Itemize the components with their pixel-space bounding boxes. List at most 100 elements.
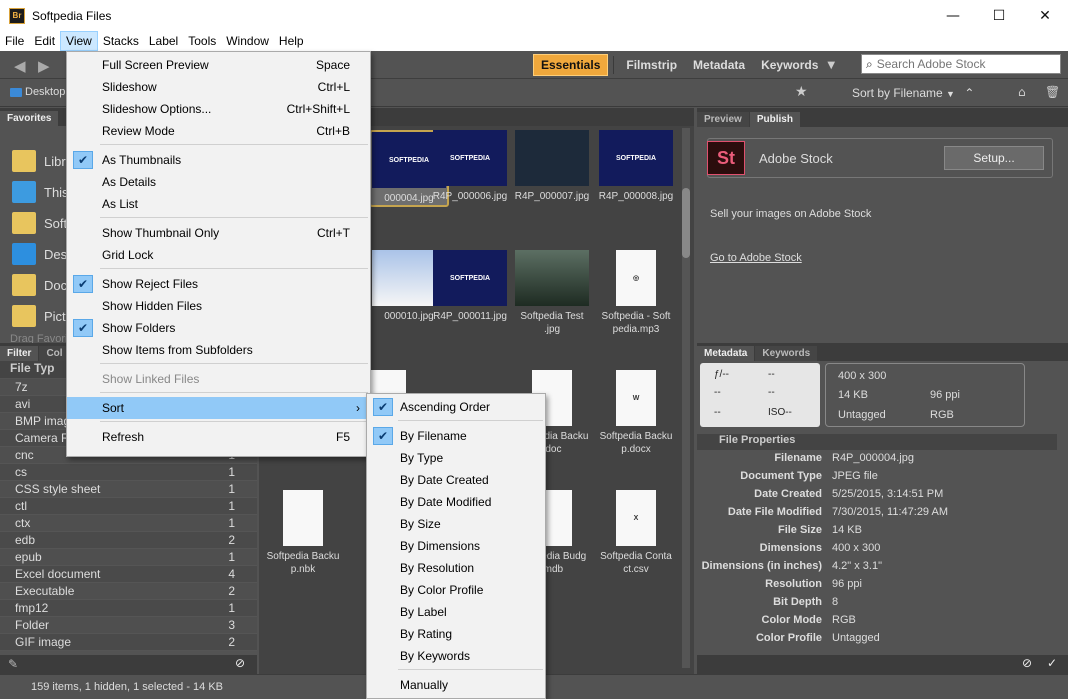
sort-menu-item[interactable]: By Color Profile <box>367 579 545 601</box>
workspace-metadata[interactable]: Metadata <box>686 55 752 75</box>
filter-row[interactable]: cs 1 <box>0 464 257 481</box>
view-menu-item[interactable]: Slideshow Ctrl+L <box>67 76 370 98</box>
sort-menu-item[interactable]: By Keywords <box>367 645 545 667</box>
tab-preview[interactable]: Preview <box>697 112 749 127</box>
filter-row[interactable]: epub 1 <box>0 549 257 566</box>
new-folder-icon[interactable]: ⌂ <box>1018 85 1026 99</box>
thumbnail[interactable]: R4P_000007.jpg <box>512 130 592 203</box>
thumbnail[interactable]: X Softpedia Conta ct.csv <box>596 490 676 576</box>
breadcrumb-desktop[interactable]: Desktop <box>25 86 65 98</box>
minimize-button[interactable]: — <box>930 0 976 31</box>
setup-button[interactable]: Setup... <box>944 146 1044 170</box>
favorite-item[interactable]: Pictu <box>12 305 73 327</box>
thumbnail[interactable]: SOFTPEDIA R4P_000006.jpg <box>430 130 510 203</box>
thumbnail[interactable]: ◎ Softpedia - Soft pedia.mp3 <box>596 250 676 336</box>
tab-keywords[interactable]: Keywords <box>755 346 818 361</box>
view-menu-item[interactable]: Slideshow Options... Ctrl+Shift+L <box>67 98 370 120</box>
favorite-item[interactable]: Libra <box>12 150 73 172</box>
menu-tools[interactable]: Tools <box>183 31 221 51</box>
workspace-keywords[interactable]: Keywords <box>754 55 825 75</box>
thumbnail[interactable]: W Softpedia Backu p.docx <box>596 370 676 456</box>
menu-stacks[interactable]: Stacks <box>98 31 144 51</box>
thumbnail-label: Softpedia Backu p.nbk <box>266 551 340 575</box>
filter-row[interactable]: Folder 3 <box>0 617 257 634</box>
thumbnail[interactable]: SOFTPEDIA R4P_000011.jpg <box>430 250 510 323</box>
tab-favorites[interactable]: Favorites <box>0 111 59 126</box>
filter-row[interactable]: Executable 2 <box>0 583 257 600</box>
thumbnail[interactable]: SOFTPEDIA R4P_000008.jpg <box>596 130 676 203</box>
workspace-filmstrip[interactable]: Filmstrip <box>619 55 684 75</box>
view-menu-item[interactable]: Show Items from Subfolders <box>67 339 370 361</box>
sort-menu-item[interactable]: Manually <box>367 674 545 696</box>
content-scrollbar[interactable] <box>682 128 690 668</box>
menu-view[interactable]: View <box>60 31 98 51</box>
menu-file[interactable]: File <box>0 31 29 51</box>
menu-item-label: Review Mode <box>102 124 175 138</box>
sort-menu-item[interactable]: ✔ Ascending Order <box>367 396 545 418</box>
view-menu-item[interactable]: ✔ Show Folders <box>67 317 370 339</box>
tab-metadata[interactable]: Metadata <box>697 346 755 361</box>
filter-row[interactable]: edb 2 <box>0 532 257 549</box>
sort-menu-item[interactable]: By Dimensions <box>367 535 545 557</box>
view-menu-item[interactable]: Review Mode Ctrl+B <box>67 120 370 142</box>
sort-menu-item[interactable]: By Resolution <box>367 557 545 579</box>
file-properties-header[interactable]: File Properties <box>697 434 1057 450</box>
filter-row[interactable]: fmp12 1 <box>0 600 257 617</box>
search-input[interactable] <box>876 57 1047 71</box>
filter-row[interactable]: GIF image 2 <box>0 634 257 651</box>
clear-filter-icon[interactable]: ⊘ <box>235 656 245 670</box>
view-menu-item[interactable]: Full Screen Preview Space <box>67 54 370 76</box>
maximize-button[interactable]: ☐ <box>976 0 1022 31</box>
rating-filter-star-icon[interactable]: ★ <box>795 84 808 100</box>
filter-row[interactable]: CSS style sheet 1 <box>0 481 257 498</box>
sort-menu-item[interactable]: By Label <box>367 601 545 623</box>
delete-icon[interactable]: 🗑 <box>1045 85 1060 99</box>
filter-row[interactable]: ctl 1 <box>0 498 257 515</box>
view-menu-item[interactable]: Refresh F5 <box>67 426 370 448</box>
thumbnail[interactable]: Softpedia Backu p.nbk <box>263 490 343 576</box>
sort-dropdown[interactable]: Sort by Filename ▼ ⌃ <box>852 86 974 100</box>
sort-direction-icon[interactable]: ⌃ <box>964 86 974 100</box>
view-menu-item[interactable]: ✔ As Thumbnails <box>67 149 370 171</box>
thumbnail[interactable]: Softpedia Test .jpg <box>512 250 592 336</box>
checkmark-icon: ✔ <box>73 275 93 293</box>
sort-menu-item[interactable]: By Date Modified <box>367 491 545 513</box>
tab-publish[interactable]: Publish <box>749 112 800 127</box>
menu-edit[interactable]: Edit <box>29 31 60 51</box>
favorite-item[interactable]: This <box>12 181 69 203</box>
sort-menu-item[interactable]: ✔ By Filename <box>367 425 545 447</box>
go-to-adobe-stock-link[interactable]: Go to Adobe Stock <box>710 252 802 264</box>
favorite-item[interactable]: Soft <box>12 212 67 234</box>
view-menu-item[interactable]: Sort › <box>67 397 370 419</box>
pin-icon[interactable]: ✎ <box>8 657 18 671</box>
folder-icon <box>12 212 36 234</box>
menu-help[interactable]: Help <box>274 31 309 51</box>
back-arrow-icon[interactable]: ◀ <box>14 57 26 75</box>
workspace-chevron-down-icon[interactable]: ▼ <box>827 60 835 71</box>
cancel-icon[interactable]: ⊘ <box>1022 656 1032 670</box>
thumbnail-label: Softpedia Conta ct.csv <box>600 551 672 575</box>
scrollbar-thumb[interactable] <box>682 188 690 258</box>
sort-menu-item[interactable]: By Type <box>367 447 545 469</box>
view-menu-item[interactable]: Show Hidden Files <box>67 295 370 317</box>
close-button[interactable]: ✕ <box>1022 0 1068 31</box>
sort-menu-item[interactable]: By Rating <box>367 623 545 645</box>
menu-label[interactable]: Label <box>144 31 183 51</box>
view-menu-item[interactable]: Show Thumbnail Only Ctrl+T <box>67 222 370 244</box>
breadcrumb[interactable]: Desktop <box>10 86 65 98</box>
sort-menu-item[interactable]: By Size <box>367 513 545 535</box>
view-menu-item[interactable]: As Details <box>67 171 370 193</box>
filter-row[interactable]: ctx 1 <box>0 515 257 532</box>
menu-window[interactable]: Window <box>221 31 274 51</box>
workspace-essentials[interactable]: Essentials <box>533 54 609 76</box>
sort-menu-item[interactable]: By Date Created <box>367 469 545 491</box>
tab-filter[interactable]: Filter <box>0 346 39 361</box>
forward-arrow-icon[interactable]: ▶ <box>38 57 50 75</box>
favorite-item[interactable]: Desk <box>12 243 74 265</box>
view-menu-item[interactable]: Grid Lock <box>67 244 370 266</box>
filter-row[interactable]: Excel document 4 <box>0 566 257 583</box>
apply-check-icon[interactable]: ✓ <box>1047 656 1057 670</box>
favorite-item[interactable]: Docu <box>12 274 74 296</box>
view-menu-item[interactable]: As List <box>67 193 370 215</box>
view-menu-item[interactable]: ✔ Show Reject Files <box>67 273 370 295</box>
